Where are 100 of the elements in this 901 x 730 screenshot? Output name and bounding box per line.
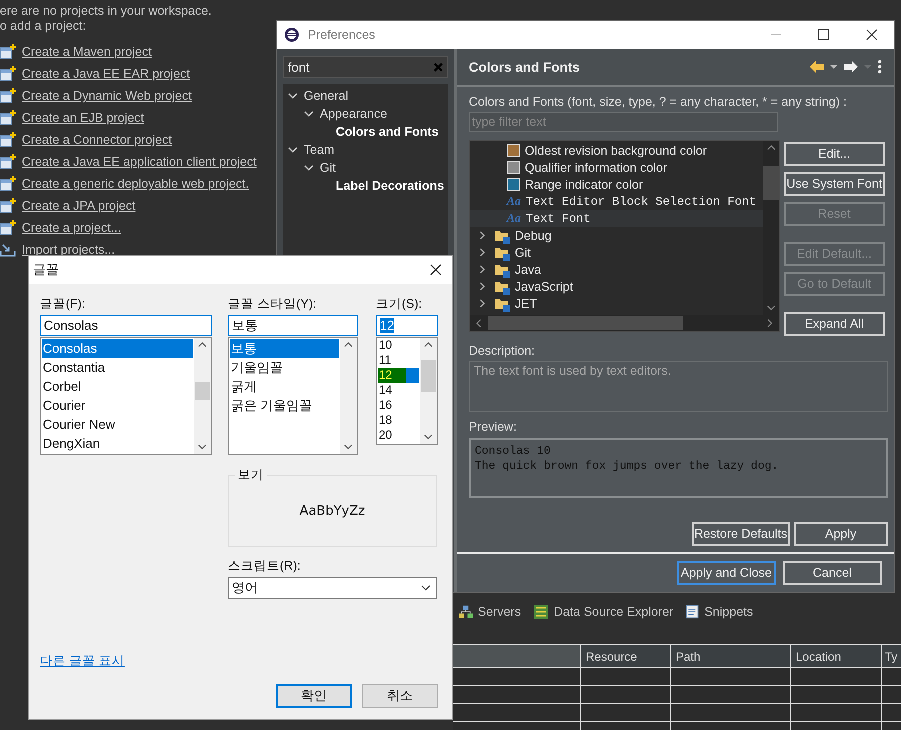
chevron-icon[interactable] [288, 145, 298, 155]
list-item[interactable]: Range indicator color [525, 178, 644, 192]
list-item[interactable]: Aa Text Editor Block Selection Font [470, 193, 763, 210]
menu-icon[interactable] [878, 60, 882, 74]
scrollbar[interactable] [470, 315, 779, 332]
scrollbar[interactable] [763, 141, 779, 316]
create-project-link[interactable]: Import projects... [22, 243, 116, 257]
scroll-thumb[interactable] [195, 382, 210, 400]
view-tab[interactable]: Servers [459, 605, 522, 619]
list-item[interactable]: Qualifier information color [525, 160, 668, 175]
style-field[interactable]: 보통 [228, 315, 358, 336]
list-option[interactable]: 12 [378, 368, 419, 383]
chevron-icon[interactable] [344, 444, 353, 450]
list-item[interactable]: JET [515, 296, 538, 311]
size-field[interactable]: 12 [376, 315, 438, 336]
chevron-icon[interactable] [478, 231, 487, 240]
list-option[interactable]: 14 [378, 383, 419, 398]
chevron-icon[interactable] [198, 342, 207, 348]
chevron-icon[interactable] [288, 91, 298, 101]
tree-item[interactable]: Label Decorations [336, 179, 444, 193]
list-item[interactable]: Debug [515, 228, 552, 243]
scrollbar[interactable] [340, 338, 357, 454]
column-header[interactable]: Location [791, 644, 882, 668]
tree-item[interactable]: Team [304, 143, 335, 157]
font-name-input[interactable]: Consolas [40, 315, 212, 336]
view-tab[interactable]: Data Source Explorer [533, 604, 674, 620]
list-option[interactable]: 10 [378, 338, 419, 353]
column-header[interactable]: Resource [581, 644, 671, 668]
create-project-link[interactable]: Create an EJB project [22, 111, 144, 125]
page-button[interactable]: Restore Defaults [692, 522, 790, 546]
column-header[interactable] [453, 644, 581, 668]
list-option[interactable]: 11 [378, 353, 419, 368]
tree-item[interactable]: General [304, 89, 348, 103]
close-icon[interactable] [430, 264, 442, 276]
action-button[interactable]: Use System Font [784, 172, 885, 196]
create-project-link[interactable]: Create a JPA project [22, 199, 136, 213]
view-tab[interactable]: Snippets [686, 604, 754, 620]
chevron-icon[interactable] [478, 299, 487, 308]
chevron-icon[interactable] [198, 444, 207, 450]
scroll-thumb[interactable] [488, 316, 683, 330]
font-list[interactable]: Consolas Constantia Corbel Courier Courier New DengXian [40, 337, 212, 455]
create-project-link[interactable]: Create a Connector project [22, 133, 172, 147]
search-field[interactable]: font [283, 56, 448, 78]
script-dropdown[interactable]: 영어 [228, 577, 437, 599]
chevron-icon[interactable] [766, 145, 776, 152]
list-item[interactable]: JavaScript [515, 280, 574, 294]
column-header[interactable]: Path [671, 644, 791, 668]
tree-item[interactable]: Colors and Fonts [336, 125, 439, 139]
chevron-icon[interactable] [304, 109, 314, 119]
create-project-link[interactable]: Create a Java EE application client project [22, 155, 257, 169]
scrollbar[interactable] [194, 338, 211, 454]
list-item[interactable]: Oldest revision background color [525, 144, 708, 158]
list-item[interactable]: Aa Text Font [470, 210, 763, 228]
list-option[interactable]: Consolas [42, 339, 193, 358]
chevron-icon[interactable] [478, 282, 487, 292]
tree-item[interactable]: Appearance [320, 107, 388, 121]
list-option[interactable]: Courier [42, 396, 193, 415]
list-option[interactable]: 굵게 [230, 377, 339, 396]
scroll-thumb[interactable] [763, 166, 779, 200]
more-fonts-link[interactable]: 다른 글꼴 표시 [40, 653, 125, 670]
create-project-link[interactable]: Create a Maven project [22, 45, 152, 59]
chevron-icon[interactable] [424, 342, 433, 348]
dialog-button[interactable]: 확인 [276, 684, 352, 708]
action-button[interactable]: Expand All [784, 312, 885, 336]
list-option[interactable]: DengXian [42, 434, 193, 453]
list-option[interactable]: 18 [378, 413, 419, 428]
column-header[interactable]: Ty [882, 644, 901, 668]
dialog-button[interactable]: 취소 [362, 684, 438, 708]
chevron-icon[interactable] [476, 318, 482, 328]
create-project-link[interactable]: Create a generic deployable web project. [22, 177, 250, 191]
create-project-link[interactable]: Create a Java EE EAR project [22, 67, 190, 81]
dialog-button[interactable]: Cancel [783, 561, 882, 586]
list-item[interactable]: Java [515, 262, 542, 277]
scroll-thumb[interactable] [421, 360, 436, 392]
list-option[interactable]: 보통 [230, 339, 339, 358]
chevron-icon[interactable] [344, 342, 353, 348]
page-button[interactable]: Apply [794, 522, 888, 546]
list-option[interactable]: Courier New [42, 415, 193, 434]
create-project-link[interactable]: Create a Dynamic Web project [22, 89, 192, 103]
forward-arrow-icon[interactable] [844, 61, 858, 74]
back-arrow-icon[interactable] [810, 61, 824, 74]
list-option[interactable]: Constantia [42, 358, 193, 377]
list-item[interactable]: Git [515, 246, 531, 260]
list-option[interactable]: 굵은 기울임꼴 [230, 396, 339, 415]
font-list[interactable]: 10 11 12 14 16 18 20 [376, 337, 438, 445]
chevron-icon[interactable] [304, 163, 314, 173]
action-button[interactable]: Edit... [784, 142, 885, 166]
caret-icon[interactable] [830, 65, 838, 70]
dialog-button[interactable]: Apply and Close [677, 561, 776, 586]
close-icon[interactable] [866, 29, 878, 41]
list-option[interactable]: Corbel [42, 377, 193, 396]
scrollbar[interactable] [420, 338, 437, 444]
chevron-icon[interactable] [478, 248, 487, 258]
list-option[interactable]: 기울임꼴 [230, 358, 339, 377]
font-list[interactable]: 보통 기울임꼴 굵게 굵은 기울임꼴 [228, 337, 358, 455]
create-project-link[interactable]: Create a project... [22, 221, 122, 235]
chevron-icon[interactable] [478, 265, 487, 274]
list-option[interactable]: 20 [378, 428, 419, 443]
tree-item[interactable]: Git [320, 161, 336, 175]
list-option[interactable]: 16 [378, 398, 419, 413]
